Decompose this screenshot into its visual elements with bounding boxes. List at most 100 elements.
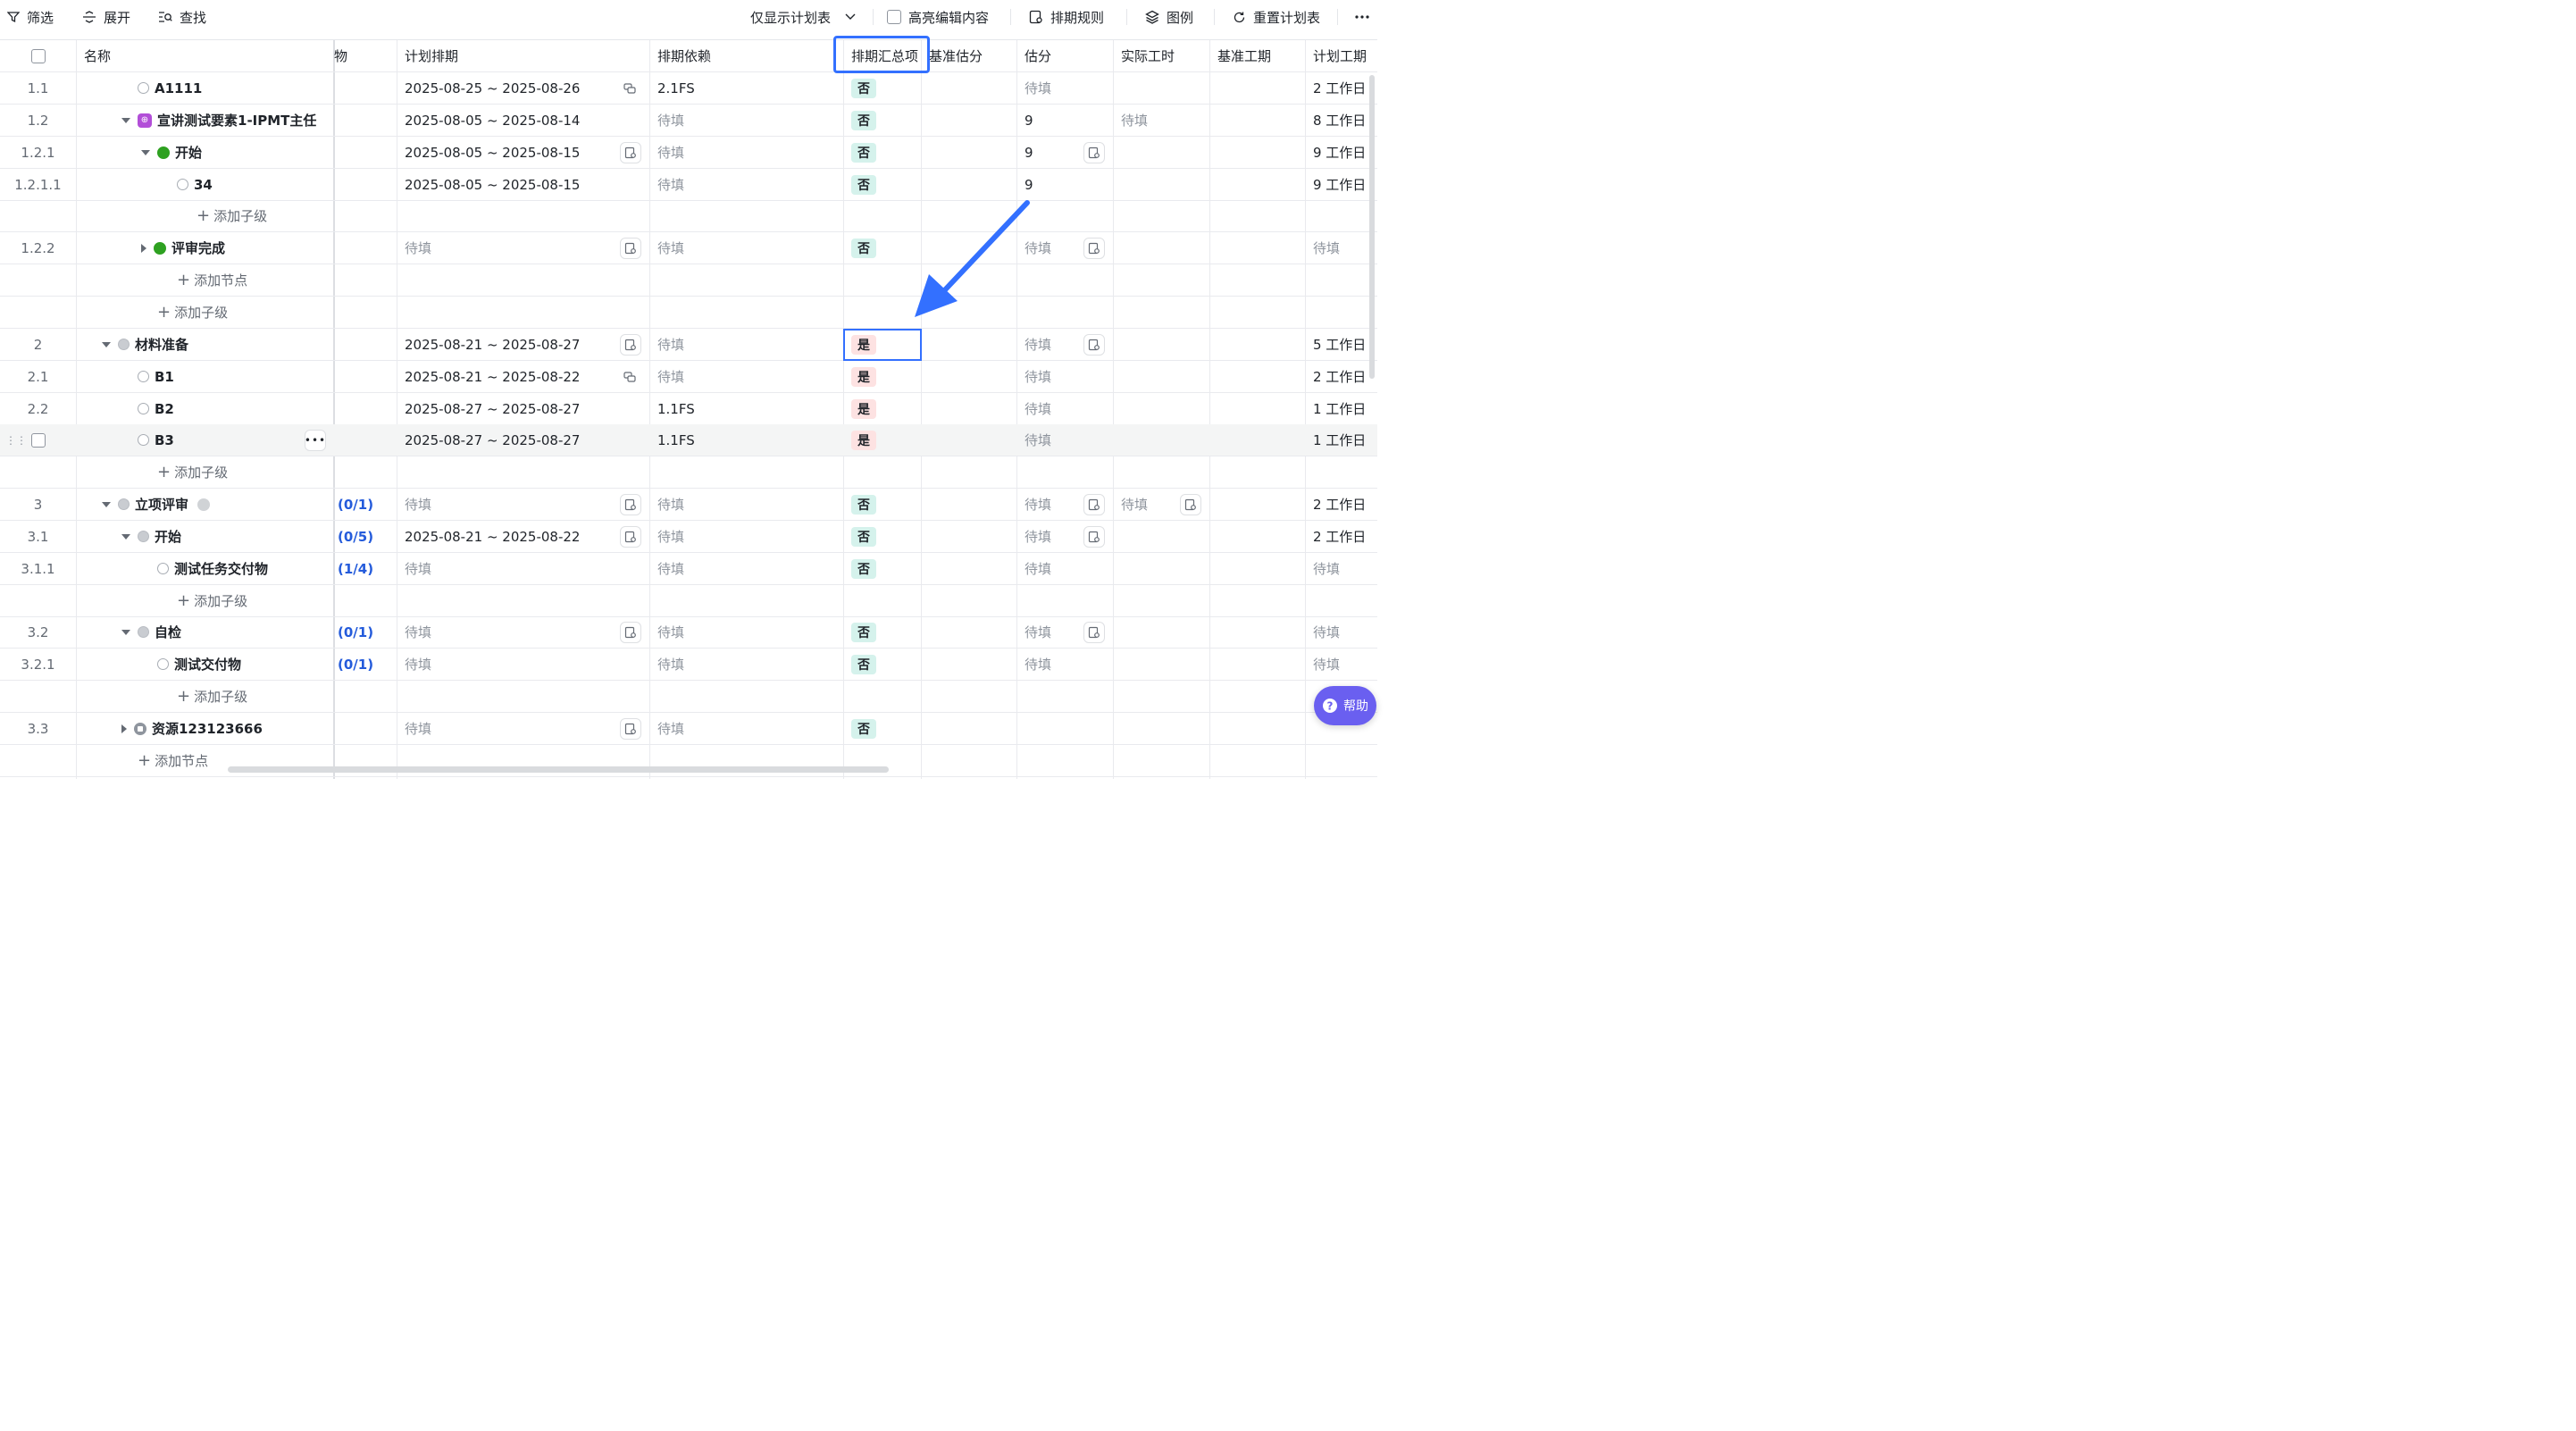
header-name[interactable]: 名称 bbox=[84, 40, 325, 71]
status-circle-icon[interactable] bbox=[138, 531, 149, 542]
calendar-icon[interactable] bbox=[620, 718, 641, 740]
task-name[interactable]: 宣讲测试要素1-IPMT主任 bbox=[157, 111, 316, 130]
plan-duration-cell[interactable]: 5 工作日 bbox=[1313, 329, 1376, 360]
dependency-cell[interactable]: 待填 bbox=[657, 489, 836, 520]
add-child-button[interactable]: + 添加子级 bbox=[157, 297, 336, 328]
header-deliverable[interactable]: 物 bbox=[334, 40, 388, 71]
deliverable-progress[interactable]: (0/5) bbox=[338, 521, 395, 552]
task-name[interactable]: B1 bbox=[155, 369, 174, 385]
plan-schedule-cell[interactable]: 2025-08-05 ~ 2025-08-14 bbox=[405, 105, 619, 136]
filter-button[interactable]: 筛选 bbox=[7, 7, 54, 27]
status-circle-icon[interactable] bbox=[154, 241, 166, 255]
plan-duration-cell[interactable]: 1 工作日 bbox=[1313, 393, 1376, 424]
actual-hours-cell[interactable]: 待填 bbox=[1121, 489, 1175, 520]
legend-button[interactable]: 图例 bbox=[1145, 7, 1193, 27]
plan-schedule-cell[interactable]: 待填 bbox=[405, 232, 619, 264]
estimate-cell[interactable]: 待填 bbox=[1025, 393, 1078, 424]
add-node-button[interactable]: + 添加节点 bbox=[177, 264, 355, 296]
summary-cell[interactable]: 否 bbox=[851, 553, 923, 584]
task-name[interactable]: 34 bbox=[194, 177, 213, 193]
plan-schedule-cell[interactable]: 待填 bbox=[405, 713, 619, 744]
dependency-cell[interactable]: 1.1FS bbox=[657, 424, 836, 456]
task-name[interactable]: B3 bbox=[155, 432, 174, 448]
status-circle-icon[interactable] bbox=[118, 498, 130, 510]
status-circle-icon[interactable] bbox=[118, 339, 130, 350]
status-circle-icon[interactable] bbox=[157, 563, 169, 574]
row-checkbox[interactable] bbox=[30, 432, 46, 448]
actual-hours-cell[interactable]: 待填 bbox=[1121, 105, 1175, 136]
collapse-caret-icon[interactable] bbox=[121, 533, 130, 540]
highlight-checkbox[interactable] bbox=[887, 10, 901, 24]
add-child-button[interactable]: + 添加子级 bbox=[197, 200, 375, 231]
drag-handle-icon[interactable]: ⋮⋮ bbox=[5, 434, 27, 447]
plan-duration-cell[interactable]: 待填 bbox=[1313, 616, 1376, 648]
dependency-cell[interactable]: 待填 bbox=[657, 616, 836, 648]
plan-schedule-cell[interactable]: 2025-08-27 ~ 2025-08-27 bbox=[405, 393, 619, 424]
calendar-icon[interactable] bbox=[1083, 622, 1105, 643]
plan-duration-cell[interactable]: 待填 bbox=[1313, 232, 1376, 264]
calendar-icon[interactable] bbox=[1083, 334, 1105, 356]
plan-schedule-cell[interactable]: 待填 bbox=[405, 649, 619, 680]
plan-duration-cell[interactable]: 2 工作日 bbox=[1313, 489, 1376, 520]
task-name[interactable]: 测试任务交付物 bbox=[174, 559, 268, 578]
plan-duration-cell[interactable]: 2 工作日 bbox=[1313, 361, 1376, 392]
summary-cell[interactable]: 是 bbox=[851, 361, 923, 392]
summary-cell[interactable]: 否 bbox=[851, 137, 923, 168]
estimate-cell[interactable]: 9 bbox=[1025, 105, 1078, 136]
row-more-icon[interactable]: ••• bbox=[305, 430, 326, 451]
summary-cell[interactable]: 是 bbox=[851, 424, 923, 456]
estimate-cell[interactable]: 待填 bbox=[1025, 553, 1078, 584]
add-child-button[interactable]: + 添加子级 bbox=[177, 585, 355, 616]
plan-only-dropdown[interactable]: 仅显示计划表 bbox=[750, 7, 856, 27]
calendar-icon[interactable] bbox=[1083, 526, 1105, 548]
deliverable-progress[interactable]: (1/4) bbox=[338, 553, 395, 584]
plan-schedule-cell[interactable]: 待填 bbox=[405, 553, 619, 584]
calendar-icon[interactable] bbox=[620, 142, 641, 163]
status-circle-icon[interactable] bbox=[157, 658, 169, 670]
estimate-cell[interactable]: 待填 bbox=[1025, 489, 1078, 520]
dependency-cell[interactable]: 待填 bbox=[657, 553, 836, 584]
plan-schedule-cell[interactable]: 2025-08-27 ~ 2025-08-27 bbox=[405, 424, 619, 456]
plan-duration-cell[interactable]: 9 工作日 bbox=[1313, 137, 1376, 168]
dependency-cell[interactable]: 1.1FS bbox=[657, 393, 836, 424]
header-estimate[interactable]: 估分 bbox=[1025, 40, 1110, 71]
plan-duration-cell[interactable]: 1 工作日 bbox=[1313, 424, 1376, 456]
estimate-cell[interactable]: 待填 bbox=[1025, 329, 1078, 360]
calendar-icon[interactable] bbox=[1083, 494, 1105, 515]
calendar-icon[interactable] bbox=[1083, 238, 1105, 259]
plan-duration-cell[interactable]: 待填 bbox=[1313, 649, 1376, 680]
more-button[interactable] bbox=[1354, 7, 1377, 27]
expand-caret-icon[interactable] bbox=[121, 724, 127, 733]
status-circle-icon[interactable] bbox=[157, 146, 170, 159]
task-name[interactable]: B2 bbox=[155, 401, 174, 417]
task-name[interactable]: 测试交付物 bbox=[174, 655, 241, 674]
task-name[interactable]: 开始 bbox=[155, 527, 181, 546]
deliverable-progress[interactable]: (0/1) bbox=[338, 489, 395, 520]
calendar-icon[interactable] bbox=[620, 494, 641, 515]
calendar-icon[interactable] bbox=[620, 334, 641, 356]
summary-cell[interactable]: 否 bbox=[851, 105, 923, 136]
estimate-cell[interactable]: 待填 bbox=[1025, 616, 1078, 648]
collapse-caret-icon[interactable] bbox=[121, 629, 130, 635]
plan-schedule-cell[interactable]: 待填 bbox=[405, 489, 619, 520]
dependency-cell[interactable]: 2.1FS bbox=[657, 72, 836, 104]
plan-duration-cell[interactable]: 待填 bbox=[1313, 553, 1376, 584]
select-all-checkbox[interactable] bbox=[30, 48, 46, 63]
status-circle-icon[interactable] bbox=[138, 82, 149, 94]
find-button[interactable]: 查找 bbox=[158, 7, 206, 27]
calendar-icon[interactable] bbox=[1083, 142, 1105, 163]
task-name[interactable]: A1111 bbox=[155, 80, 202, 96]
deliverable-progress[interactable]: (0/1) bbox=[338, 616, 395, 648]
summary-cell[interactable]: 否 bbox=[851, 489, 923, 520]
expand-caret-icon[interactable] bbox=[141, 243, 146, 253]
task-name[interactable]: 材料准备 bbox=[135, 335, 188, 354]
help-button[interactable]: ? 帮助 bbox=[1314, 686, 1376, 725]
plan-duration-cell[interactable]: 8 工作日 bbox=[1313, 105, 1376, 136]
task-name[interactable]: 评审完成 bbox=[171, 238, 225, 257]
expand-button[interactable]: 展开 bbox=[82, 7, 130, 27]
plan-duration-cell[interactable]: 9 工作日 bbox=[1313, 169, 1376, 200]
calendar-icon[interactable] bbox=[1180, 494, 1201, 515]
link-icon[interactable] bbox=[622, 80, 638, 96]
reset-plan-button[interactable]: 重置计划表 bbox=[1233, 7, 1320, 27]
plan-schedule-cell[interactable]: 2025-08-05 ~ 2025-08-15 bbox=[405, 137, 619, 168]
